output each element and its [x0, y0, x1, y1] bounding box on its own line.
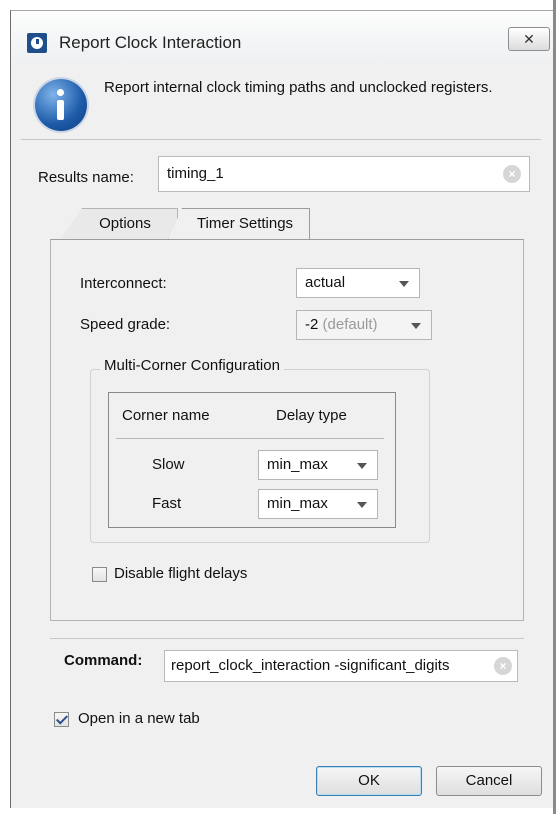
tab-timer-settings[interactable]: Timer Settings: [168, 208, 310, 240]
report-app-icon: [27, 33, 47, 53]
speed-grade-label: Speed grade:: [80, 316, 171, 333]
close-button[interactable]: ✕: [508, 27, 550, 51]
chevron-down-icon: [357, 502, 367, 508]
command-divider: [50, 638, 524, 639]
tab-timer-settings-label: Timer Settings: [196, 215, 294, 232]
disable-flight-delays-checkbox[interactable]: [92, 567, 107, 582]
disable-flight-delays-label[interactable]: Disable flight delays: [114, 565, 247, 582]
speed-grade-value: -2: [305, 316, 319, 333]
command-field[interactable]: report_clock_interaction -significant_di…: [164, 650, 518, 682]
open-new-tab-label[interactable]: Open in a new tab: [78, 710, 200, 727]
ok-button[interactable]: OK: [316, 766, 422, 796]
interconnect-label: Interconnect:: [80, 275, 167, 292]
tab-options-label: Options: [99, 215, 151, 232]
command-value: report_clock_interaction -significant_di…: [171, 657, 450, 674]
title-bar[interactable]: Report Clock Interaction ✕: [11, 11, 554, 61]
chevron-down-icon: [399, 281, 409, 287]
corner-slow-name: Slow: [152, 456, 185, 473]
multi-corner-title: Multi-Corner Configuration: [100, 357, 284, 374]
interconnect-value: actual: [305, 274, 346, 291]
info-icon: [35, 79, 87, 131]
speed-grade-default-suffix: (default): [322, 316, 378, 333]
close-icon: ✕: [523, 31, 535, 47]
interconnect-dropdown[interactable]: actual: [296, 268, 420, 298]
table-header-divider: [116, 438, 384, 439]
slow-delay-type-value: min_max: [267, 456, 328, 473]
delay-type-header: Delay type: [276, 407, 347, 424]
window-title: Report Clock Interaction: [59, 33, 242, 52]
results-name-input[interactable]: timing_1 ×: [158, 156, 530, 192]
ok-button-label: OK: [358, 772, 380, 789]
results-name-value: timing_1: [167, 165, 224, 182]
dialog-description: Report internal clock timing paths and u…: [104, 79, 493, 96]
speed-grade-dropdown[interactable]: -2 (default): [296, 310, 432, 340]
clear-icon[interactable]: ×: [494, 657, 512, 675]
command-label: Command:: [64, 652, 143, 669]
corner-name-header: Corner name: [122, 407, 210, 424]
fast-delay-type-dropdown[interactable]: min_max: [258, 489, 378, 519]
slow-delay-type-dropdown[interactable]: min_max: [258, 450, 378, 480]
header-divider: [21, 139, 541, 140]
chevron-down-icon: [357, 463, 367, 469]
results-name-label: Results name:: [38, 169, 134, 186]
cancel-button-label: Cancel: [465, 772, 513, 789]
chevron-down-icon: [411, 323, 421, 329]
clear-icon[interactable]: ×: [503, 165, 521, 183]
corner-fast-name: Fast: [152, 495, 182, 512]
fast-delay-type-value: min_max: [267, 495, 328, 512]
cancel-button[interactable]: Cancel: [436, 766, 542, 796]
open-new-tab-checkbox[interactable]: [54, 712, 69, 727]
